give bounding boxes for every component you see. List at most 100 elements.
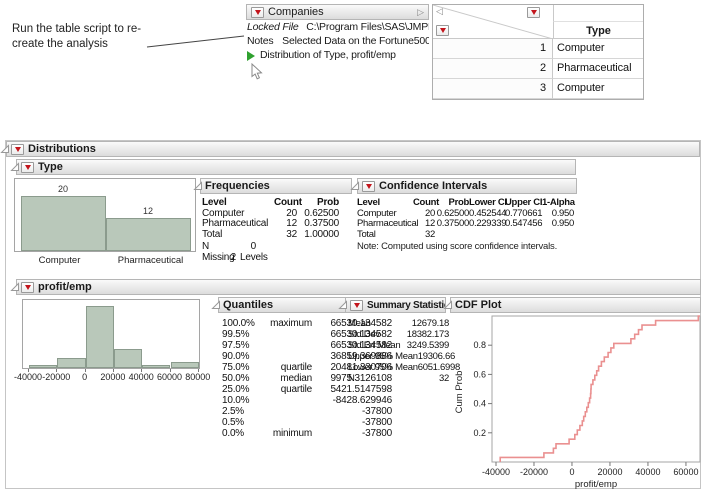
col-header: Lower CI bbox=[469, 198, 505, 209]
run-script-icon[interactable] bbox=[247, 51, 255, 61]
table-cell[interactable]: Computer bbox=[553, 39, 643, 59]
disclosure-triangle-icon[interactable] bbox=[338, 300, 348, 310]
table-cell[interactable]: 1 bbox=[433, 39, 553, 59]
tick-label: 80000 bbox=[185, 372, 210, 382]
table-cell: 32 bbox=[413, 230, 435, 241]
disclosure-triangle-icon[interactable] bbox=[350, 181, 360, 191]
table-cell bbox=[542, 230, 574, 241]
table-cell: Total bbox=[202, 230, 274, 241]
type-bar-chart[interactable]: 2012 bbox=[14, 178, 196, 252]
table-cell: 75.0% bbox=[222, 362, 260, 373]
table-cell: quartile bbox=[260, 384, 312, 395]
table-cell: 0.5% bbox=[222, 417, 260, 428]
histogram-x-axis: -40000-20000020000400006000080000 bbox=[22, 369, 200, 385]
profit-emp-histogram[interactable] bbox=[22, 299, 200, 369]
columns-menu-icon[interactable] bbox=[527, 7, 540, 18]
bar[interactable] bbox=[21, 196, 106, 251]
tick-label: 40000 bbox=[635, 467, 660, 477]
disclosure-triangle-icon[interactable] bbox=[193, 181, 203, 191]
table-header-row: Level Count Prob Lower CI Upper CI 1-Alp… bbox=[357, 198, 574, 209]
frequencies-title: Frequencies bbox=[205, 180, 270, 192]
red-triangle-menu-icon[interactable] bbox=[350, 300, 363, 311]
table-cell[interactable]: Pharmaceutical bbox=[553, 59, 643, 79]
histogram-bar[interactable] bbox=[57, 358, 85, 368]
table-cell: Total bbox=[357, 230, 413, 241]
table-script-row[interactable]: Distribution of Type, profit/emp bbox=[247, 49, 429, 62]
disclosure-triangle-icon[interactable] bbox=[10, 282, 20, 292]
companies-panel-header[interactable]: Companies ▷ bbox=[246, 4, 429, 20]
table-cell: 0.37500 bbox=[297, 219, 339, 230]
histogram-bar[interactable] bbox=[29, 365, 57, 368]
cdf-line[interactable] bbox=[500, 316, 700, 462]
distributions-header[interactable]: Distributions bbox=[6, 141, 700, 157]
red-triangle-menu-icon[interactable] bbox=[21, 162, 34, 173]
tick-label: 20000 bbox=[597, 467, 622, 477]
annotation-pointer-line bbox=[140, 30, 248, 52]
type-section-header[interactable]: Type bbox=[16, 159, 576, 175]
confidence-intervals-header[interactable]: Confidence Intervals bbox=[357, 178, 577, 194]
histogram-bar[interactable] bbox=[171, 362, 199, 368]
tick-label: 0.6 bbox=[473, 369, 486, 379]
table-cell: 0.547456 bbox=[505, 219, 542, 230]
collapse-panel-icon[interactable]: ▷ bbox=[417, 7, 424, 17]
table-cell: median bbox=[260, 373, 312, 384]
table-cell: quartile bbox=[260, 362, 312, 373]
disclosure-triangle-icon[interactable] bbox=[211, 300, 221, 310]
table-cell: 90.0% bbox=[222, 351, 260, 362]
table-cell[interactable]: 2 bbox=[433, 59, 553, 79]
cdf-plot-header[interactable]: CDF Plot bbox=[450, 297, 701, 313]
levels-count: 2 bbox=[202, 253, 236, 264]
table-cell: 25.0% bbox=[222, 384, 260, 395]
summary-statistics-header[interactable]: Summary Statistics bbox=[345, 297, 446, 313]
table-cell bbox=[435, 230, 469, 241]
stat-value: 3249.5399 bbox=[407, 340, 449, 351]
rows-menu-icon[interactable] bbox=[436, 25, 449, 36]
col-header: Level bbox=[202, 198, 274, 209]
stat-label: Lower 95% Mean bbox=[348, 362, 418, 373]
tick-label: 60000 bbox=[673, 467, 698, 477]
column-header-type[interactable]: Type bbox=[553, 22, 643, 39]
red-triangle-menu-icon[interactable] bbox=[251, 7, 264, 18]
stat-value: 12679.18 bbox=[412, 318, 449, 329]
cdf-plot[interactable]: 0.20.40.60.8-40000-200000200004000060000… bbox=[450, 314, 702, 492]
script-name[interactable]: Distribution of Type, profit/emp bbox=[260, 49, 396, 62]
collapse-table-icon[interactable]: ◁ bbox=[436, 6, 443, 16]
table-row[interactable]: 3Computer bbox=[433, 79, 643, 99]
table-cell: -37800 bbox=[312, 428, 392, 439]
table-cell[interactable]: 3 bbox=[433, 79, 553, 99]
histogram-bar[interactable] bbox=[142, 365, 170, 368]
disclosure-triangle-icon[interactable] bbox=[10, 162, 20, 172]
col-header: Count bbox=[413, 198, 435, 209]
table-row[interactable]: 1Computer bbox=[433, 39, 643, 59]
table-row: Pharmaceutical120.37500 bbox=[202, 219, 339, 230]
tick-label: 0.8 bbox=[473, 340, 486, 350]
confidence-intervals-table: Level Count Prob Lower CI Upper CI 1-Alp… bbox=[357, 198, 574, 240]
table-cell bbox=[260, 340, 312, 351]
table-cell bbox=[260, 395, 312, 406]
tick-label: -40000 bbox=[482, 467, 510, 477]
frequencies-header[interactable]: Frequencies bbox=[200, 178, 352, 194]
table-cell: 5421.5147598 bbox=[312, 384, 392, 395]
table-row: Pharmaceutical120.375000.2293390.5474560… bbox=[357, 219, 574, 230]
levels-row: 2 Levels bbox=[202, 253, 339, 264]
table-cell[interactable]: Computer bbox=[553, 79, 643, 99]
category-label: Pharmaceutical bbox=[105, 255, 196, 266]
table-cell: 99.5% bbox=[222, 329, 260, 340]
bar-value-label: 12 bbox=[143, 206, 153, 216]
histogram-bar[interactable] bbox=[114, 349, 142, 368]
bar[interactable] bbox=[106, 218, 191, 251]
summary-row: Std Err Mean3249.5399 bbox=[348, 340, 449, 351]
red-triangle-menu-icon[interactable] bbox=[21, 282, 34, 293]
red-triangle-menu-icon[interactable] bbox=[11, 144, 24, 155]
column-group-strip bbox=[553, 5, 643, 22]
table-cell bbox=[260, 329, 312, 340]
profit-emp-section-header[interactable]: profit/emp bbox=[16, 279, 701, 295]
disclosure-triangle-icon[interactable] bbox=[0, 144, 10, 154]
histogram-bar[interactable] bbox=[86, 306, 114, 368]
disclosure-triangle-icon[interactable] bbox=[443, 300, 453, 310]
table-row[interactable]: 2Pharmaceutical bbox=[433, 59, 643, 79]
tick-label: 0 bbox=[82, 372, 87, 382]
type-chart-category-labels: ComputerPharmaceutical bbox=[14, 255, 196, 266]
red-triangle-menu-icon[interactable] bbox=[362, 181, 375, 192]
col-header: Prob bbox=[297, 198, 339, 209]
